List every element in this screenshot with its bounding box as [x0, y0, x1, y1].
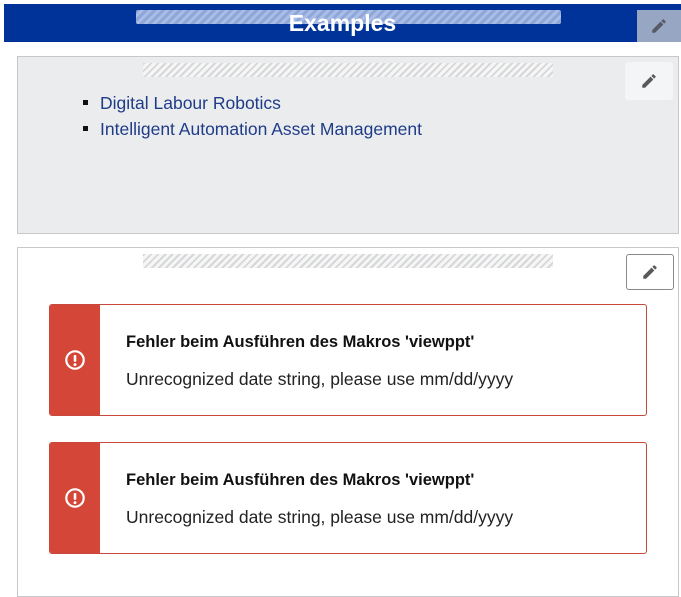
pencil-icon — [641, 263, 659, 281]
links-section: Digital Labour Robotics Intelligent Auto… — [17, 56, 679, 234]
error-sidebar — [50, 443, 100, 553]
list-item: Intelligent Automation Asset Management — [82, 117, 422, 143]
section-drag-handle[interactable] — [143, 63, 553, 77]
links-section-edit-button[interactable] — [625, 62, 673, 100]
link-list: Digital Labour Robotics Intelligent Auto… — [82, 91, 422, 143]
error-box: Fehler beim Ausführen des Makros 'viewpp… — [49, 442, 647, 554]
error-message: Unrecognized date string, please use mm/… — [126, 369, 514, 389]
page-title: Examples — [288, 10, 397, 36]
pencil-icon — [640, 72, 658, 90]
error-title: Fehler beim Ausführen des Makros 'viewpp… — [126, 471, 475, 489]
link-intelligent-automation[interactable]: Intelligent Automation Asset Management — [100, 119, 422, 139]
error-message: Unrecognized date string, please use mm/… — [126, 507, 514, 527]
exclamation-circle-icon — [64, 487, 86, 509]
list-item: Digital Labour Robotics — [82, 91, 422, 117]
header-edit-button[interactable] — [637, 10, 681, 42]
errors-section: Fehler beim Ausführen des Makros 'viewpp… — [17, 247, 679, 597]
section-drag-handle[interactable] — [143, 254, 553, 268]
page-header: Examples — [4, 4, 681, 42]
link-digital-labour-robotics[interactable]: Digital Labour Robotics — [100, 93, 281, 113]
errors-section-edit-button[interactable] — [626, 254, 674, 290]
error-sidebar — [50, 305, 100, 415]
pencil-icon — [650, 17, 668, 35]
error-title: Fehler beim Ausführen des Makros 'viewpp… — [126, 333, 475, 351]
error-box: Fehler beim Ausführen des Makros 'viewpp… — [49, 304, 647, 416]
exclamation-circle-icon — [64, 349, 86, 371]
